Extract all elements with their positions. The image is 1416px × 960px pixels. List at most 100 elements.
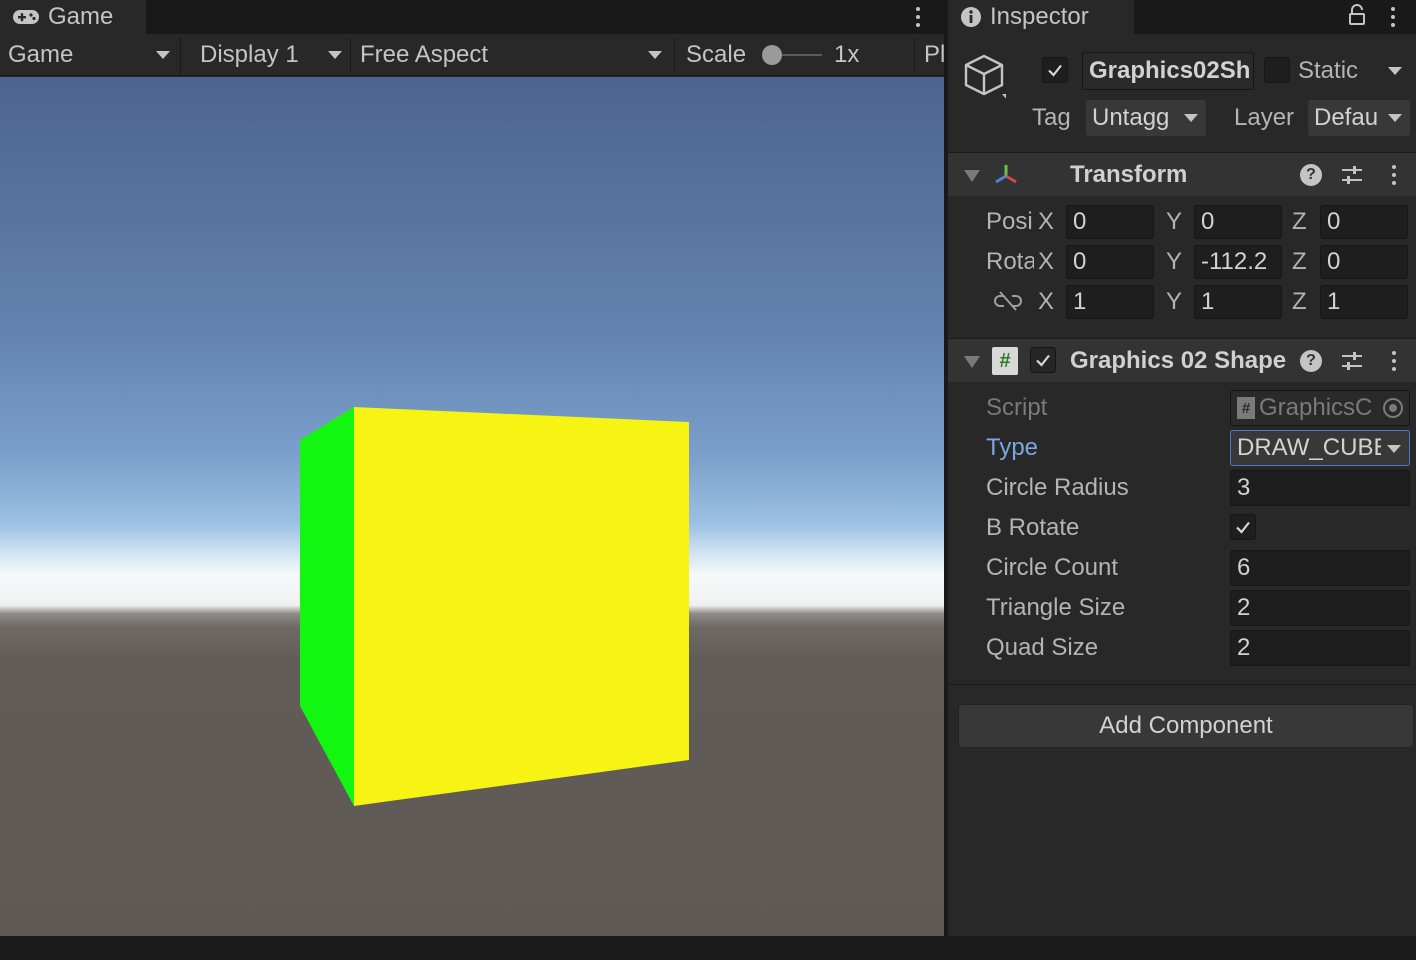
scale-slider[interactable]: [760, 34, 824, 76]
checkmark-icon: [1036, 354, 1050, 367]
tag-value: Untagg: [1092, 104, 1170, 131]
status-bar: [0, 936, 1416, 960]
game-panel: Game Game Display 1 Free Aspect Scale 1x…: [0, 0, 944, 936]
transform-kebab-menu-icon[interactable]: [1389, 163, 1399, 187]
script-value: GraphicsC: [1259, 394, 1373, 421]
chevron-down-icon: [156, 51, 170, 59]
aspect-dropdown[interactable]: Free Aspect: [360, 34, 666, 76]
presets-sliders-icon[interactable]: [1340, 349, 1364, 373]
position-y-input[interactable]: 0: [1194, 205, 1282, 239]
help-icon[interactable]: ?: [1300, 164, 1322, 186]
view-mode-label: Game: [8, 41, 74, 68]
position-z-input[interactable]: 0: [1320, 205, 1408, 239]
unlink-scale-icon[interactable]: [994, 290, 1022, 312]
chevron-down-icon: [328, 51, 342, 59]
play-mode-dropdown[interactable]: Pl: [924, 34, 944, 76]
scale-value: 1x: [834, 41, 860, 68]
type-dropdown[interactable]: DRAW_CUBE: [1230, 430, 1410, 466]
checkmark-icon: [1048, 64, 1062, 77]
component-title: Graphics 02 Shape: [1070, 347, 1287, 374]
layer-label: Layer: [1234, 104, 1295, 131]
axis-z-label: Z: [1292, 208, 1307, 235]
axis-x-label: X: [1038, 248, 1055, 275]
presets-sliders-icon[interactable]: [1340, 163, 1364, 187]
tab-game-label: Game: [48, 3, 114, 30]
static-dropdown-chevron-icon[interactable]: [1388, 67, 1402, 75]
component-enabled-checkbox[interactable]: [1030, 347, 1056, 373]
axis-z-label: Z: [1292, 248, 1307, 275]
object-active-checkbox[interactable]: [1042, 57, 1068, 83]
game-viewport[interactable]: [0, 77, 944, 936]
display-label: Display 1: [200, 41, 299, 68]
transform-axes-icon: [992, 161, 1020, 189]
cube-render: [300, 407, 689, 806]
layer-dropdown[interactable]: Defau: [1308, 100, 1410, 136]
tab-inspector[interactable]: Inspector: [948, 0, 1134, 34]
axis-x-label: X: [1038, 288, 1055, 315]
tag-dropdown[interactable]: Untagg: [1086, 100, 1206, 136]
scale-slider-thumb[interactable]: [762, 45, 782, 65]
view-mode-dropdown[interactable]: Game: [8, 34, 178, 76]
game-toolbar: Game Display 1 Free Aspect Scale 1x Pl: [0, 34, 944, 76]
quad-size-input[interactable]: 2: [1230, 630, 1410, 666]
chevron-down-icon: [648, 51, 662, 59]
script-label: Script: [986, 394, 1048, 421]
object-picker-icon[interactable]: [1383, 398, 1403, 418]
circle-radius-label: Circle Radius: [986, 474, 1129, 501]
inspector-kebab-menu-icon[interactable]: [1388, 5, 1398, 29]
help-icon[interactable]: ?: [1300, 350, 1322, 372]
quad-size-label: Quad Size: [986, 634, 1099, 661]
chevron-down-icon: [1387, 445, 1401, 453]
cube-front-face: [354, 407, 689, 806]
rotation-x-input[interactable]: 0: [1066, 245, 1154, 279]
transform-title: Transform: [1070, 161, 1188, 188]
component-header[interactable]: # Graphics 02 Shape ?: [948, 338, 1416, 382]
scale-y-input[interactable]: 1: [1194, 285, 1282, 319]
script-field[interactable]: # GraphicsC: [1230, 390, 1410, 426]
inspector-tabbar: Inspector: [948, 0, 1416, 34]
axis-y-label: Y: [1166, 208, 1183, 235]
layer-value: Defau: [1314, 104, 1379, 131]
tab-game[interactable]: Game: [0, 0, 146, 34]
axis-y-label: Y: [1166, 288, 1183, 315]
static-checkbox[interactable]: [1264, 57, 1290, 83]
axis-y-label: Y: [1166, 248, 1183, 275]
static-label: Static: [1298, 57, 1359, 84]
game-tabbar: Game: [0, 0, 944, 34]
play-mode-label: Pl: [924, 41, 944, 68]
component-kebab-menu-icon[interactable]: [1389, 349, 1399, 373]
component-divider: [948, 684, 1416, 685]
position-label: Posi: [986, 208, 1033, 235]
tag-label: Tag: [1032, 104, 1071, 131]
tab-inspector-label: Inspector: [990, 3, 1089, 30]
b-rotate-checkbox[interactable]: [1230, 514, 1256, 540]
chevron-down-icon: [1388, 114, 1402, 122]
script-hash-icon: #: [992, 347, 1018, 375]
rotation-y-input[interactable]: -112.2: [1194, 245, 1282, 279]
scale-z-input[interactable]: 1: [1320, 285, 1408, 319]
game-kebab-menu-icon[interactable]: [913, 5, 923, 29]
foldout-arrow-icon[interactable]: [964, 170, 980, 182]
type-value: DRAW_CUBE: [1237, 434, 1381, 461]
rotation-z-input[interactable]: 0: [1320, 245, 1408, 279]
add-component-button[interactable]: Add Component: [958, 704, 1414, 748]
lock-icon[interactable]: [1348, 4, 1366, 26]
info-icon: [960, 6, 982, 28]
scale-x-input[interactable]: 1: [1066, 285, 1154, 319]
triangle-size-input[interactable]: 2: [1230, 590, 1410, 626]
b-rotate-label: B Rotate: [986, 514, 1080, 541]
inspector-panel: Inspector Graphics02Sh Static Tag Untagg…: [944, 0, 1416, 936]
script-hash-icon: #: [1237, 397, 1255, 419]
display-dropdown[interactable]: Display 1: [200, 34, 348, 76]
position-x-input[interactable]: 0: [1066, 205, 1154, 239]
object-name-input[interactable]: Graphics02Sh: [1082, 52, 1254, 90]
triangle-size-label: Triangle Size: [986, 594, 1126, 621]
circle-count-input[interactable]: 6: [1230, 550, 1410, 586]
transform-header[interactable]: Transform ?: [948, 152, 1416, 196]
axis-z-label: Z: [1292, 288, 1307, 315]
circle-radius-input[interactable]: 3: [1230, 470, 1410, 506]
cube-side-face: [300, 407, 354, 806]
foldout-arrow-icon[interactable]: [964, 356, 980, 368]
rotation-label: Rota: [986, 248, 1034, 275]
cube-icon: [962, 52, 1006, 104]
